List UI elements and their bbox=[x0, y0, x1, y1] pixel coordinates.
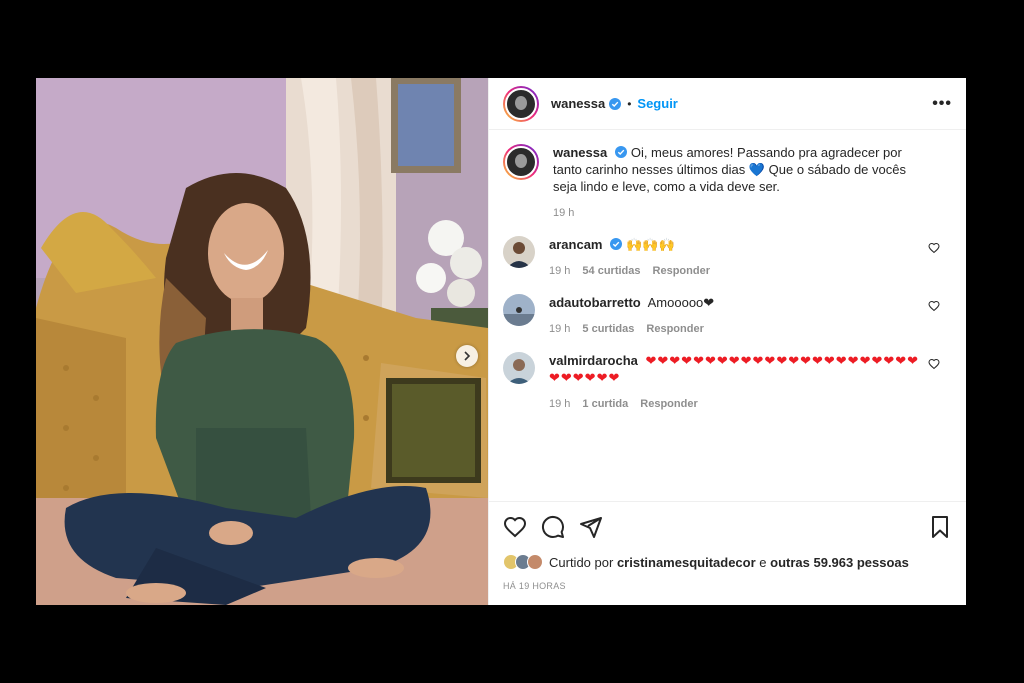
bookmark-icon[interactable] bbox=[928, 515, 952, 539]
comment-like-icon[interactable] bbox=[928, 300, 940, 312]
comment-avatar[interactable] bbox=[503, 294, 535, 326]
send-icon[interactable] bbox=[579, 515, 603, 539]
comment-avatar[interactable] bbox=[503, 352, 535, 384]
reply-button[interactable]: Responder bbox=[646, 321, 703, 338]
next-photo-button[interactable] bbox=[456, 345, 478, 367]
comment-likes[interactable]: 54 curtidas bbox=[582, 263, 640, 280]
comment-item: arancam 🙌🙌🙌 19 h 54 curtidas Responder bbox=[503, 236, 952, 280]
post-photo[interactable] bbox=[36, 78, 488, 605]
caption-meta: 19 h bbox=[553, 205, 924, 222]
blue-heart-emoji: 💙 bbox=[748, 162, 766, 177]
comment-like-icon[interactable] bbox=[928, 358, 940, 370]
comment-username[interactable]: adautobarretto bbox=[549, 295, 641, 310]
liked-by-user[interactable]: cristinamesquitadecor bbox=[617, 555, 756, 570]
comment-time: 19 h bbox=[549, 265, 571, 277]
liked-by-others[interactable]: outras 59.963 pessoas bbox=[770, 555, 909, 570]
post-panel: wanessa • Seguir ••• wanessa Oi, meus am… bbox=[488, 78, 966, 605]
caption-time: 19 h bbox=[553, 207, 575, 219]
liker-avatars[interactable] bbox=[503, 554, 543, 570]
comment-item: adautobarretto Amooooo❤ 19 h 5 curtidas … bbox=[503, 294, 952, 338]
liked-by-middle: e bbox=[759, 554, 767, 570]
comment-time: 19 h bbox=[549, 323, 571, 335]
verified-icon bbox=[610, 238, 623, 250]
comment-text: 🙌🙌🙌 bbox=[626, 237, 675, 252]
post-header: wanessa • Seguir ••• bbox=[489, 78, 966, 130]
caption: wanessa Oi, meus amores! Passando pra ag… bbox=[503, 144, 952, 222]
post-timestamp: HÁ 19 HORAS bbox=[503, 581, 566, 591]
comments-list[interactable]: wanessa Oi, meus amores! Passando pra ag… bbox=[489, 130, 966, 501]
comment-item: valmirdarocha ❤❤❤❤❤❤❤❤❤❤❤❤❤❤❤❤❤❤❤❤❤❤❤❤❤❤… bbox=[503, 352, 952, 413]
comment-icon[interactable] bbox=[541, 515, 565, 539]
follow-button[interactable]: Seguir bbox=[637, 96, 677, 111]
caption-username[interactable]: wanessa bbox=[553, 145, 607, 160]
comment-body: valmirdarocha ❤❤❤❤❤❤❤❤❤❤❤❤❤❤❤❤❤❤❤❤❤❤❤❤❤❤… bbox=[549, 352, 952, 413]
instagram-post: wanessa • Seguir ••• wanessa Oi, meus am… bbox=[36, 78, 966, 605]
comment-likes[interactable]: 5 curtidas bbox=[582, 321, 634, 338]
comment-body: adautobarretto Amooooo❤ 19 h 5 curtidas … bbox=[549, 294, 952, 338]
more-options-icon[interactable]: ••• bbox=[932, 95, 952, 113]
separator-dot: • bbox=[627, 96, 632, 111]
comment-avatar[interactable] bbox=[503, 236, 535, 268]
comment-body: arancam 🙌🙌🙌 19 h 54 curtidas Responder bbox=[549, 236, 952, 280]
verified-icon bbox=[609, 97, 622, 110]
heart-icon[interactable] bbox=[503, 515, 527, 539]
comment-time: 19 h bbox=[549, 398, 571, 410]
comment-meta: 19 h 1 curtida Responder bbox=[549, 396, 924, 413]
likes-summary: Curtido por cristinamesquitadecor e outr… bbox=[489, 551, 966, 573]
comment-text: Amooooo❤ bbox=[647, 295, 715, 310]
action-bar bbox=[489, 501, 966, 551]
reply-button[interactable]: Responder bbox=[640, 396, 697, 413]
liked-by-prefix: Curtido por bbox=[549, 554, 614, 570]
author-avatar[interactable] bbox=[503, 85, 539, 122]
author-username[interactable]: wanessa bbox=[551, 96, 605, 111]
caption-avatar[interactable] bbox=[503, 144, 539, 180]
caption-body: wanessa Oi, meus amores! Passando pra ag… bbox=[553, 144, 952, 222]
reply-button[interactable]: Responder bbox=[653, 263, 710, 280]
comment-username[interactable]: arancam bbox=[549, 237, 602, 252]
comment-meta: 19 h 5 curtidas Responder bbox=[549, 321, 924, 338]
photo-illustration bbox=[36, 78, 488, 605]
chevron-right-icon bbox=[464, 351, 471, 361]
comment-likes[interactable]: 1 curtida bbox=[582, 396, 628, 413]
verified-icon bbox=[615, 146, 628, 158]
comment-meta: 19 h 54 curtidas Responder bbox=[549, 263, 924, 280]
comment-username[interactable]: valmirdarocha bbox=[549, 353, 638, 368]
comment-like-icon[interactable] bbox=[928, 242, 940, 254]
